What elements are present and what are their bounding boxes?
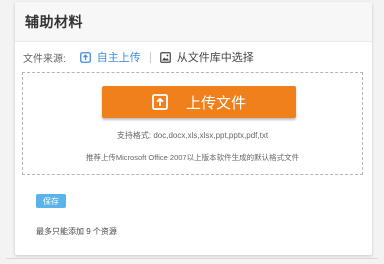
image-icon (159, 51, 171, 63)
source-option-library-label: 从文件库中选择 (176, 52, 254, 64)
resource-limit-note: 最多只能添加 9 个资源 (36, 227, 117, 236)
supported-formats-text: 支持格式: doc,docx,xls,xlsx,ppt,pptx,pdf,txt (116, 131, 269, 140)
file-source-row: 文件来源: 自主上传 从文件库中选择 (23, 48, 254, 66)
file-source-label: 文件来源: (23, 53, 66, 65)
upload-file-button-label: 上传文件 (185, 94, 246, 112)
recommendation-text: 推荐上传Microsoft Office 2007以上版本软件生成的默认格式文件 (85, 153, 300, 162)
source-option-library[interactable]: 从文件库中选择 (159, 49, 254, 65)
source-option-self-upload-label: 自主上传 (96, 52, 141, 64)
bottom-divider (6, 258, 378, 259)
source-option-self-upload[interactable]: 自主上传 (79, 49, 141, 65)
upload-dropzone[interactable]: 上传文件 支持格式: doc,docx,xls,xlsx,ppt,pptx,pd… (22, 72, 363, 175)
upload-icon (152, 94, 168, 110)
auxiliary-materials-panel: 辅助材料 文件来源: 自主上传 从文件库中选择 上传文件 支持格式: doc,d… (15, 2, 372, 255)
section-title: 辅助材料 (25, 13, 83, 30)
upload-file-button[interactable]: 上传文件 (102, 86, 296, 118)
upload-square-icon (79, 51, 91, 63)
panel-header: 辅助材料 (15, 2, 372, 42)
save-button[interactable]: 保存 (36, 194, 66, 208)
source-divider (149, 51, 151, 63)
